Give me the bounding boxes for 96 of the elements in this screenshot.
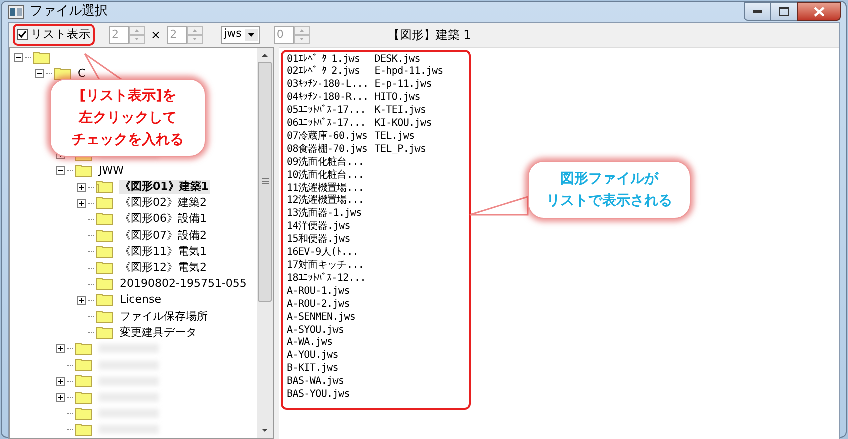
grip-icon — [262, 178, 268, 185]
file-item[interactable]: DESK.jws — [374, 54, 444, 66]
folder-icon — [75, 164, 93, 178]
file-item[interactable]: 10洗面化粧台... — [287, 170, 369, 183]
expand-icon[interactable] — [56, 376, 65, 386]
app-icon — [8, 4, 24, 19]
file-item[interactable]: 03ｷｯﾁﾝ-180-L... — [287, 79, 369, 92]
tree-item[interactable]: 《図形12》電気2 — [119, 261, 208, 276]
tree-item[interactable]: ファイル保存場所 — [119, 310, 209, 324]
folder-icon — [96, 180, 114, 194]
file-item[interactable]: A-ROU-1.jws — [287, 286, 369, 299]
callout-text: 左クリックして — [79, 109, 177, 128]
file-item[interactable]: 13洗面器-1.jws — [287, 208, 369, 222]
tree-item[interactable]: 20190802-195751-055 — [119, 277, 248, 292]
close-button[interactable] — [797, 2, 841, 21]
file-item[interactable]: 07冷蔵庫-60.jws — [287, 130, 369, 144]
callout-text: 図形ファイルが — [560, 170, 658, 189]
file-item[interactable]: E-hpd-11.jws — [374, 66, 444, 80]
tree-item[interactable]: 《図形06》設備1 — [119, 212, 208, 226]
folder-icon — [54, 66, 72, 81]
tree-item[interactable]: JWW — [98, 164, 125, 178]
file-item[interactable]: TEL_P.jws — [374, 144, 444, 157]
folder-icon — [96, 261, 114, 276]
file-item[interactable]: 01ｴﾚﾍﾞｰﾀｰ1.jws — [287, 54, 369, 66]
file-item[interactable]: K-TEI.jws — [374, 105, 444, 118]
list-view-checkbox[interactable]: リスト表示 — [17, 26, 91, 44]
file-item[interactable]: E-p-11.jws — [374, 79, 444, 92]
folder-icon — [75, 374, 93, 388]
file-item[interactable]: 11洗濯機置場... — [287, 182, 369, 196]
file-item[interactable]: A-WA.jws — [287, 337, 369, 350]
window-title: ファイル選択 — [30, 3, 108, 21]
expand-icon[interactable] — [56, 393, 65, 402]
file-item[interactable]: 04ｷｯﾁﾝ-180-R... — [287, 92, 369, 106]
folder-icon — [96, 277, 114, 292]
minimize-button[interactable] — [744, 2, 771, 21]
check-icon — [18, 30, 27, 39]
file-item[interactable]: A-YOU.jws — [287, 350, 369, 364]
file-item[interactable]: 17対面キッチ... — [287, 260, 369, 273]
folder-icon — [33, 50, 51, 65]
collapse-icon[interactable] — [35, 69, 44, 78]
file-item[interactable]: A-SENMEN.jws — [287, 312, 369, 325]
tree-item[interactable]: 変更建具データ — [119, 326, 198, 340]
tree-item[interactable]: 《図形07》設備2 — [119, 228, 208, 243]
file-item[interactable]: 14洋便器.jws — [287, 221, 369, 234]
times-sign: × — [151, 26, 162, 44]
callout-text: チェックを入れる — [72, 131, 184, 150]
folder-icon — [96, 196, 114, 210]
folder-icon — [75, 422, 93, 437]
expand-icon[interactable] — [77, 198, 86, 208]
folder-icon — [75, 358, 93, 372]
tree-item[interactable]: 《図形11》電気1 — [119, 244, 208, 259]
callout-text: [リスト表示]を — [80, 87, 176, 106]
file-item[interactable]: 06ﾕﾆｯﾄﾊﾞｽ-17... — [287, 118, 369, 131]
file-item[interactable]: HITO.jws — [374, 92, 444, 106]
folder-icon — [96, 244, 114, 259]
file-item[interactable]: 18ﾕﾆｯﾄﾊﾞｽ-12... — [287, 272, 369, 286]
collapse-icon[interactable] — [14, 53, 23, 62]
expand-icon[interactable] — [77, 182, 86, 192]
file-item[interactable]: A-ROU-2.jws — [287, 298, 369, 312]
maximize-icon — [779, 7, 789, 16]
file-item[interactable]: 12洗濯機置場... — [287, 195, 369, 208]
expand-icon[interactable] — [56, 344, 65, 354]
collapse-icon[interactable] — [56, 166, 65, 176]
file-item[interactable]: TEL.jws — [374, 130, 444, 144]
file-item[interactable]: A-SYOU.jws — [287, 324, 369, 338]
tree-item[interactable]: C — [77, 66, 87, 81]
extension-dropdown[interactable]: jws — [221, 26, 260, 44]
file-item[interactable]: 02ｴﾚﾍﾞｰﾀｰ2.jws — [287, 66, 369, 80]
file-item[interactable]: 08食器棚-70.jws — [287, 144, 369, 157]
tree-item[interactable]: License — [119, 293, 162, 308]
folder-icon — [96, 293, 114, 308]
file-item[interactable]: KI-KOU.jws — [374, 118, 444, 131]
file-item[interactable]: 16EV-9人(ﾄ... — [287, 247, 369, 260]
minimize-icon — [753, 10, 762, 13]
file-item[interactable]: 05ﾕﾆｯﾄﾊﾞｽ-17... — [287, 105, 369, 118]
maximize-button[interactable] — [771, 2, 797, 21]
file-item[interactable]: B-KIT.jws — [287, 363, 369, 376]
scrollbar[interactable] — [257, 48, 273, 438]
scroll-thumb[interactable] — [258, 62, 272, 302]
folder-icon — [96, 310, 114, 324]
close-icon — [814, 6, 824, 16]
folder-icon — [75, 390, 93, 405]
file-item[interactable]: BAS-YOU.jws — [287, 389, 369, 402]
callout-text: リストで表示される — [546, 192, 672, 211]
folder-icon — [96, 228, 114, 243]
tree-item[interactable]: 《図形01》建築1 — [119, 180, 210, 194]
file-item[interactable]: 09洗面化粧台... — [287, 156, 369, 170]
expand-icon[interactable] — [77, 296, 86, 305]
folder-icon — [96, 212, 114, 226]
folder-icon — [75, 342, 93, 356]
folder-icon — [96, 326, 114, 340]
file-item[interactable]: BAS-WA.jws — [287, 376, 369, 390]
folder-heading: 【図形】建築 1 — [388, 26, 472, 44]
folder-icon — [75, 406, 93, 421]
file-item[interactable]: 15和便器.jws — [287, 234, 369, 248]
tree-item[interactable]: 《図形02》建築2 — [119, 196, 208, 210]
